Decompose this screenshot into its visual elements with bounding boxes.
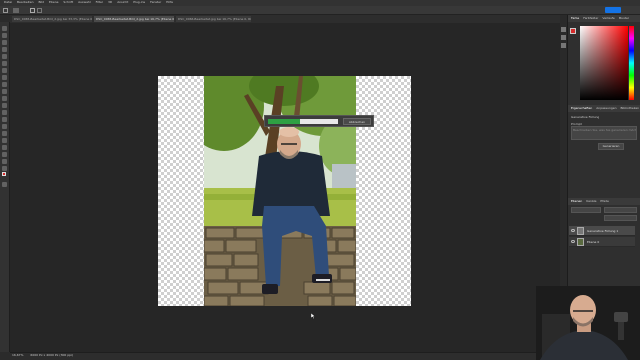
quick-mask-icon[interactable] (2, 182, 7, 187)
document-tabs: DSC_0065-Bearbeitet-Bild_2.jpg bei 33,3%… (10, 15, 560, 23)
tab-bibliotheken[interactable]: Bibliotheken (620, 106, 639, 110)
menu-plugins[interactable]: Plug-ins (133, 0, 145, 4)
generation-progress-dialog: Abbrechen (264, 115, 374, 127)
visibility-eye-icon[interactable] (571, 240, 575, 243)
menu-ebene[interactable]: Ebene (49, 0, 58, 4)
layer-name: Generative Füllung 1 (587, 229, 619, 233)
properties-panel-icon[interactable] (561, 43, 566, 48)
pen-tool-icon[interactable] (2, 131, 7, 136)
tab-farbfelder[interactable]: Farbfelder (583, 16, 598, 20)
home-icon[interactable] (3, 8, 8, 13)
doc-tab-1[interactable]: DSC_0065-Bearbeitet-Bild_2.jpg bei 33,3%… (12, 16, 92, 22)
gradient-tool-icon[interactable] (2, 110, 7, 115)
visibility-eye-icon[interactable] (571, 229, 575, 232)
mouse-cursor-icon (311, 313, 316, 319)
menu-datei[interactable]: Datei (4, 0, 12, 4)
prompt-input[interactable]: Beschreiben Sie, was Sie generieren möch… (571, 126, 637, 140)
layers-panel-tabs: Ebenen Kanäle Pfade (568, 198, 640, 205)
tools-panel (0, 22, 10, 352)
menu-schrift[interactable]: Schrift (63, 0, 73, 4)
hand-tool-icon[interactable] (2, 159, 7, 164)
layer-name: Ebene 0 (587, 240, 600, 244)
tab-eigenschaften[interactable]: Eigenschaften (571, 106, 592, 110)
menu-hilfe[interactable]: Hilfe (166, 0, 173, 4)
tab-farbe[interactable]: Farbe (571, 16, 579, 20)
opacity-field[interactable] (604, 215, 637, 221)
tab-verlaeufe[interactable]: Verläufe (602, 16, 614, 20)
foreground-color-swatch[interactable] (2, 172, 6, 176)
shape-tool-icon[interactable] (2, 152, 7, 157)
tab-anpassungen[interactable]: Anpassungen (596, 106, 616, 110)
tab-ebenen[interactable]: Ebenen (571, 199, 582, 203)
properties-panel-tabs: Eigenschaften Anpassungen Bibliotheken (568, 105, 640, 112)
dodge-tool-icon[interactable] (2, 124, 7, 129)
color-picker-field[interactable] (580, 26, 628, 100)
presenter-webcam-image (536, 286, 640, 360)
layer-row-ebene-0[interactable]: Ebene 0 (569, 237, 635, 247)
eyedropper-tool-icon[interactable] (2, 68, 7, 73)
share-button[interactable] (605, 7, 621, 13)
add-selection-icon[interactable] (37, 8, 42, 13)
menu-fenster[interactable]: Fenster (150, 0, 161, 4)
brushes-panel-icon[interactable] (561, 35, 566, 40)
properties-title: Generative Füllung (571, 115, 600, 119)
color-panel-tabs: Farbe Farbfelder Verläufe Muster (568, 15, 640, 22)
history-panel-icon[interactable] (561, 27, 566, 32)
menu-filter[interactable]: Filter (96, 0, 103, 4)
type-tool-icon[interactable] (2, 138, 7, 143)
layer-thumbnail (577, 227, 584, 235)
history-brush-tool-icon[interactable] (2, 96, 7, 101)
move-tool-icon[interactable] (2, 26, 7, 31)
menu-ansicht[interactable]: Ansicht (117, 0, 128, 4)
layer-row-generative-fill[interactable]: Generative Füllung 1 (569, 226, 635, 236)
blur-tool-icon[interactable] (2, 117, 7, 122)
options-bar (0, 6, 640, 15)
progress-bar (268, 119, 338, 124)
zoom-tool-icon[interactable] (2, 166, 7, 171)
man-on-wall-photo (204, 76, 356, 306)
document-size: 6000 Px x 4000 Px (300 ppi) (30, 353, 74, 357)
marquee-tool-icon[interactable] (2, 33, 7, 38)
tab-pfade[interactable]: Pfade (600, 199, 608, 203)
panel-foreground-swatch[interactable] (570, 28, 576, 34)
photo-layer[interactable] (204, 76, 356, 306)
layer-filter-field[interactable] (571, 207, 601, 213)
cancel-button[interactable]: Abbrechen (343, 118, 371, 125)
new-selection-icon[interactable] (30, 8, 35, 13)
status-bar: 16,67% 6000 Px x 4000 Px (300 ppi) (10, 352, 560, 360)
blend-mode-select[interactable] (604, 207, 637, 213)
eraser-tool-icon[interactable] (2, 103, 7, 108)
frame-tool-icon[interactable] (2, 61, 7, 66)
healing-tool-icon[interactable] (2, 75, 7, 80)
progress-bar-fill (268, 119, 300, 124)
webcam-overlay (536, 286, 640, 360)
tool-preset-icon[interactable] (13, 8, 19, 13)
tab-muster[interactable]: Muster (619, 16, 629, 20)
menu-3d[interactable]: 3D (108, 0, 112, 4)
hue-slider[interactable] (629, 26, 634, 100)
zoom-level[interactable]: 16,67% (12, 353, 23, 357)
menu-bearbeiten[interactable]: Bearbeiten (17, 0, 33, 4)
crop-tool-icon[interactable] (2, 54, 7, 59)
tab-kanaele[interactable]: Kanäle (586, 199, 596, 203)
brush-tool-icon[interactable] (2, 82, 7, 87)
menu-auswahl[interactable]: Auswahl (78, 0, 91, 4)
stamp-tool-icon[interactable] (2, 89, 7, 94)
menu-bild[interactable]: Bild (38, 0, 44, 4)
doc-tab-3[interactable]: DSC_0066-Bearbeitet.jpg bei 16,7% (Ebene… (176, 16, 251, 22)
lasso-tool-icon[interactable] (2, 40, 7, 45)
object-select-tool-icon[interactable] (2, 47, 7, 52)
path-select-tool-icon[interactable] (2, 145, 7, 150)
layer-thumbnail (577, 238, 584, 246)
doc-tab-2[interactable]: DSC_0065-Bearbeitet-Bild_2.jpg bei 16,7%… (94, 16, 174, 22)
generate-button[interactable]: Generieren (598, 143, 624, 150)
